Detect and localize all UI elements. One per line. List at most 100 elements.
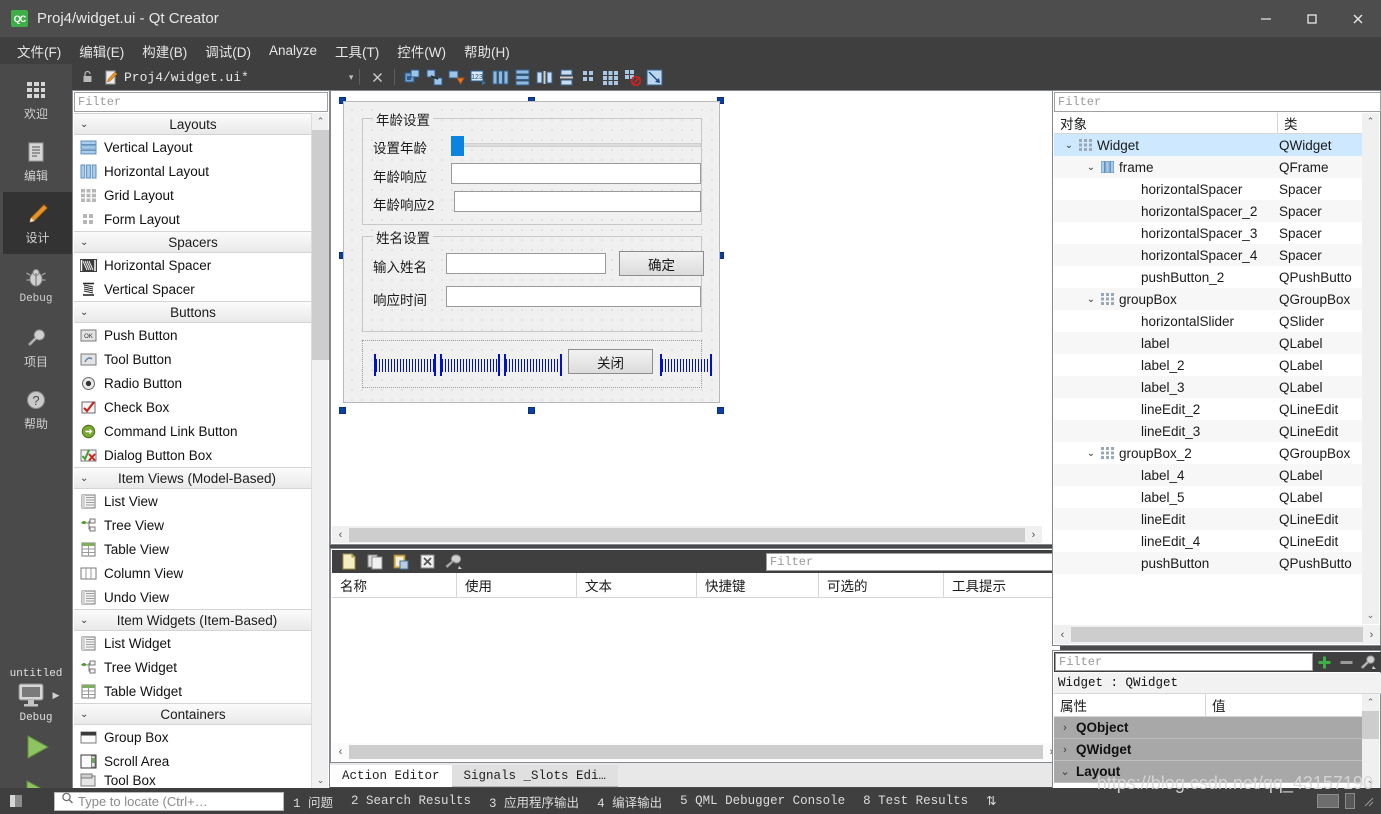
layout-splitter-v-icon[interactable] (555, 67, 577, 87)
expander-icon[interactable]: ⌄ (1084, 294, 1098, 305)
output-pane-updown-button[interactable]: ⇅ (977, 793, 1005, 809)
configure-icon[interactable] (441, 552, 465, 572)
widget-item-vertical-layout[interactable]: Vertical Layout (74, 135, 312, 159)
paste-icon[interactable] (389, 552, 413, 572)
layout-vertical-icon[interactable] (511, 67, 533, 87)
object-inspector-row[interactable]: horizontalSpacer_2 Spacer (1054, 200, 1364, 222)
new-action-icon[interactable] (337, 552, 361, 572)
menu-edit[interactable]: 编辑(E) (70, 38, 133, 64)
horizontal-spacer-3[interactable] (504, 354, 562, 376)
ok-button[interactable]: 确定 (619, 251, 704, 276)
run-button[interactable] (0, 724, 72, 770)
slider-handle[interactable] (451, 136, 464, 156)
scroll-thumb[interactable] (312, 130, 329, 360)
scroll-right-icon[interactable]: › (1363, 626, 1380, 643)
property-editor-filter-input[interactable]: Filter (1055, 653, 1313, 671)
object-inspector-row[interactable]: horizontalSlider QSlider (1054, 310, 1364, 332)
scroll-thumb[interactable] (349, 745, 1043, 759)
output-tab-application-output[interactable]: 3 应用程序输出 (480, 792, 588, 811)
expander-icon[interactable]: › (1054, 722, 1076, 734)
resize-handle-bl[interactable] (339, 407, 346, 414)
close-document-button[interactable] (366, 67, 388, 87)
scroll-thumb[interactable] (349, 527, 1025, 542)
widget-item-table-view[interactable]: Table View (74, 537, 312, 561)
object-inspector-hscrollbar[interactable]: ‹ › (1054, 625, 1380, 644)
object-inspector-row[interactable]: horizontalSpacer_4 Spacer (1054, 244, 1364, 266)
widget-box-scrollbar[interactable]: ⌃ ⌄ (311, 113, 329, 789)
object-inspector-row[interactable]: label_3 QLabel (1054, 376, 1364, 398)
widget-item-horizontal-spacer[interactable]: Horizontal Spacer (74, 253, 312, 277)
object-inspector-filter-input[interactable]: Filter (1054, 92, 1381, 112)
column-object[interactable]: 对象 (1054, 113, 1278, 133)
output-tab-compile-output[interactable]: 4 编译输出 (588, 792, 671, 811)
menu-file[interactable]: 文件(F) (8, 38, 70, 64)
column-tooltip[interactable]: 工具提示 (944, 573, 1058, 597)
column-class[interactable]: 类 (1278, 113, 1363, 133)
add-property-icon[interactable] (1313, 652, 1335, 672)
layout-form-icon[interactable] (577, 67, 599, 87)
widget-item-horizontal-layout[interactable]: Horizontal Layout (74, 159, 312, 183)
column-name[interactable]: 名称 (332, 573, 457, 597)
maximize-button[interactable] (1289, 0, 1335, 37)
widget-item-form-layout[interactable]: Form Layout (74, 207, 312, 231)
widget-item-command-link-button[interactable]: Command Link Button (74, 419, 312, 443)
expander-icon[interactable]: ⌄ (1062, 140, 1076, 151)
menu-help[interactable]: 帮助(H) (455, 38, 519, 64)
mode-help[interactable]: ? 帮助 (0, 378, 72, 440)
scroll-left-icon[interactable]: ‹ (332, 526, 349, 543)
resize-handle-bc[interactable] (528, 407, 535, 414)
horizontal-spacer-1[interactable] (374, 354, 436, 376)
object-inspector-row[interactable]: lineEdit_4 QLineEdit (1054, 530, 1364, 552)
horizontal-spacer-2[interactable] (440, 354, 500, 376)
expander-icon[interactable]: ⌄ (1054, 765, 1076, 778)
object-inspector-row[interactable]: pushButton_2 QPushButto (1054, 266, 1364, 288)
object-inspector-row[interactable]: ⌄ groupBox QGroupBox (1054, 288, 1364, 310)
widget-item-group-box[interactable]: Group Box (74, 725, 312, 749)
object-inspector-row[interactable]: ⌄ Widget QWidget (1054, 134, 1364, 156)
close-button[interactable] (1335, 0, 1381, 37)
widget-category-layouts[interactable]: ⌄ Layouts (74, 113, 312, 135)
column-used[interactable]: 使用 (457, 573, 577, 597)
scroll-thumb[interactable] (1362, 711, 1379, 739)
mode-projects[interactable]: 项目 (0, 316, 72, 378)
minimize-button[interactable] (1243, 0, 1289, 37)
column-text[interactable]: 文本 (577, 573, 697, 597)
delete-icon[interactable] (415, 552, 439, 572)
widget-item-table-widget[interactable]: Table Widget (74, 679, 312, 703)
scroll-down-icon[interactable]: ⌄ (312, 772, 329, 789)
scroll-left-icon[interactable]: ‹ (1054, 626, 1071, 643)
widget-category-item-views[interactable]: ⌄ Item Views (Model-Based) (74, 467, 312, 489)
toggle-sidebar-button[interactable] (6, 791, 26, 811)
object-inspector-row[interactable]: horizontalSpacer_3 Spacer (1054, 222, 1364, 244)
widget-category-containers[interactable]: ⌄ Containers (74, 703, 312, 725)
right-sidebar-toggle-icon[interactable] (1345, 793, 1355, 809)
column-value[interactable]: 值 (1206, 694, 1361, 716)
object-inspector-row[interactable]: lineEdit_2 QLineEdit (1054, 398, 1364, 420)
menu-widgets[interactable]: 控件(W) (388, 38, 455, 64)
scroll-up-icon[interactable]: ⌃ (1362, 113, 1379, 130)
mode-debug[interactable]: Debug (0, 254, 72, 316)
widget-box-filter-input[interactable]: Filter (74, 92, 328, 112)
layout-horizontal-icon[interactable] (489, 67, 511, 87)
widget-item-tree-view[interactable]: Tree View (74, 513, 312, 537)
remove-property-icon[interactable] (1335, 652, 1357, 672)
slider-set-age[interactable] (451, 135, 701, 156)
object-inspector-row[interactable]: label_4 QLabel (1054, 464, 1364, 486)
mode-design[interactable]: 设计 (0, 192, 72, 254)
widget-item-grid-layout[interactable]: Grid Layout (74, 183, 312, 207)
scroll-thumb[interactable] (1071, 627, 1363, 642)
widget-item-check-box[interactable]: Check Box (74, 395, 312, 419)
object-inspector-row[interactable]: ⌄ frame QFrame (1054, 156, 1364, 178)
edit-widgets-icon[interactable] (401, 67, 423, 87)
output-pane-toggle-icon[interactable] (1317, 794, 1339, 808)
object-inspector-vscrollbar[interactable]: ⌃ ⌄ (1362, 113, 1379, 624)
tab-signals-slots-editor[interactable]: Signals _Slots Edi… (451, 765, 619, 787)
widget-item-list-widget[interactable]: List Widget (74, 631, 312, 655)
property-group-row[interactable]: › QObject (1054, 717, 1364, 739)
object-inspector-row[interactable]: lineEdit_3 QLineEdit (1054, 420, 1364, 442)
lock-icon[interactable] (76, 70, 98, 84)
chevron-down-icon[interactable]: ▾ (349, 72, 354, 83)
lineedit-response-time[interactable] (446, 286, 701, 307)
object-inspector-row[interactable]: label QLabel (1054, 332, 1364, 354)
scroll-up-icon[interactable]: ⌃ (312, 113, 329, 130)
